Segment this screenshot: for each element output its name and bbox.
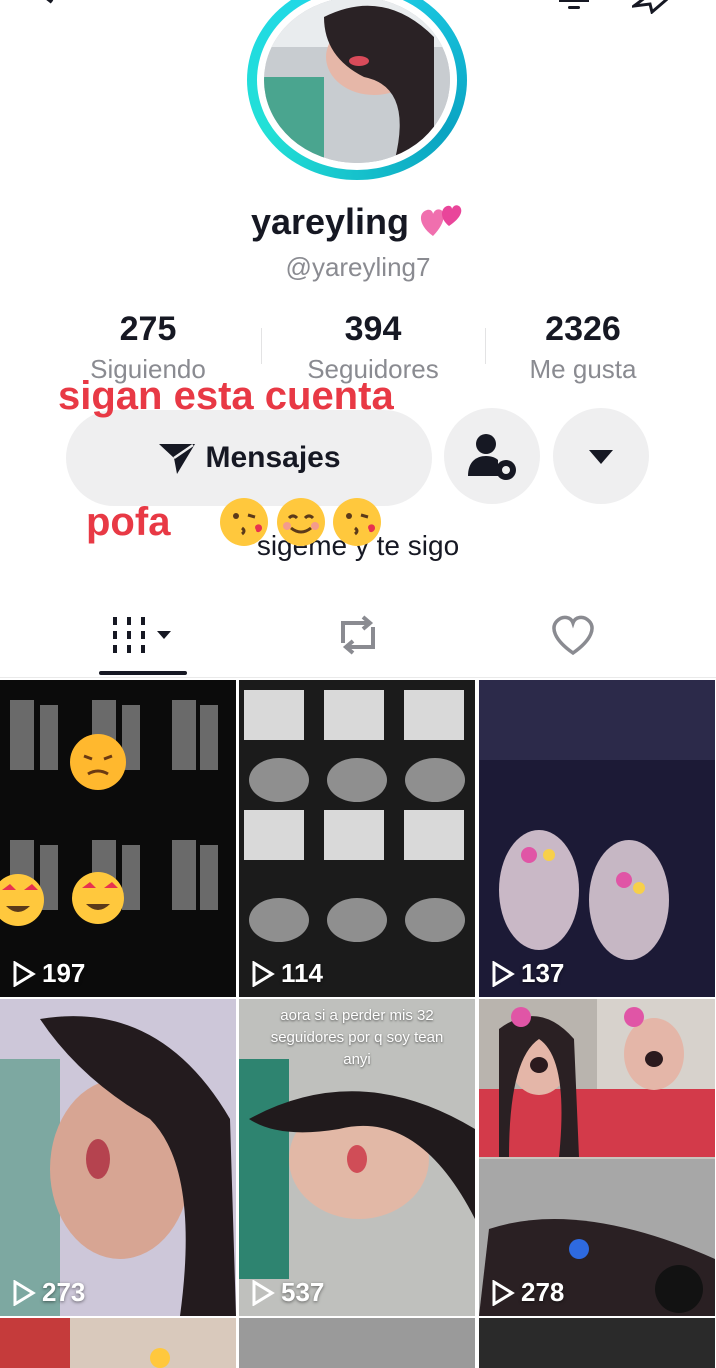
play-icon [13,960,36,987]
thumbnail-image [0,1318,170,1368]
video-thumbnail[interactable] [0,1318,236,1368]
active-tab-indicator [99,671,187,675]
person-settings-icon [468,434,516,480]
thumbnail-image [0,1016,236,1316]
thumbnail-image [0,700,218,926]
video-caption: aora si a perder mis 32 seguidores por q… [270,1007,444,1068]
video-thumbnail[interactable]: aora si a perder mis 32 seguidores por q… [239,999,475,1316]
kissing-face-emoji [333,498,381,546]
repost-icon [341,615,375,655]
stat-divider [261,328,262,364]
overlay-text-sigan: sigan esta cuenta [58,374,394,418]
play-icon [252,960,275,987]
more-options-button[interactable] [553,408,649,504]
likes-label: Me gusta [529,354,637,384]
share-icon[interactable] [632,0,668,14]
tabs-divider [0,677,716,678]
tab-videos[interactable] [24,605,262,665]
messages-label: Mensajes [205,441,341,474]
view-count: 114 [251,958,323,989]
avatar[interactable] [247,0,467,180]
video-thumbnail[interactable]: 114 [239,680,475,997]
grid-icon [113,617,171,653]
kissing-face-emoji [220,498,268,546]
thumbnail-image [479,999,715,1316]
thumbnail-image [244,690,465,942]
avatar-photo [264,0,450,163]
view-count: 537 [251,1277,324,1308]
caret-down-icon [589,450,613,464]
tab-liked[interactable] [454,605,692,665]
display-name: yareyling [0,200,716,249]
two-hearts-icon [419,200,465,249]
followers-count[interactable]: 394 [283,310,463,349]
video-thumbnail[interactable] [239,1318,475,1368]
notification-bell-icon[interactable] [556,0,592,14]
play-icon [13,1279,36,1306]
heart-icon [552,615,594,656]
play-icon [492,1279,515,1306]
play-icon [252,1279,275,1306]
add-friend-button[interactable] [444,408,540,504]
view-count: 273 [12,1277,85,1308]
back-icon[interactable] [30,0,66,14]
smiling-face-emoji [277,498,325,546]
video-thumbnail[interactable]: 137 [479,680,715,997]
tab-reposts[interactable] [239,605,477,665]
view-count: 137 [491,958,564,989]
stat-divider [485,328,486,364]
play-icon [492,960,515,987]
view-count: 197 [12,958,85,989]
send-icon [159,443,196,474]
view-count: 278 [491,1277,564,1308]
likes-count: 2326 [545,310,621,348]
following-count[interactable]: 275 [58,310,238,349]
username-handle: @yareyling7 [285,252,431,282]
video-thumbnail[interactable]: 278 [479,999,715,1316]
video-thumbnail[interactable]: 197 [0,680,236,997]
thumbnail-image [479,680,715,960]
video-thumbnail[interactable] [479,1318,715,1368]
messages-button[interactable]: Mensajes [66,410,432,506]
video-thumbnail[interactable]: 273 [0,999,236,1316]
